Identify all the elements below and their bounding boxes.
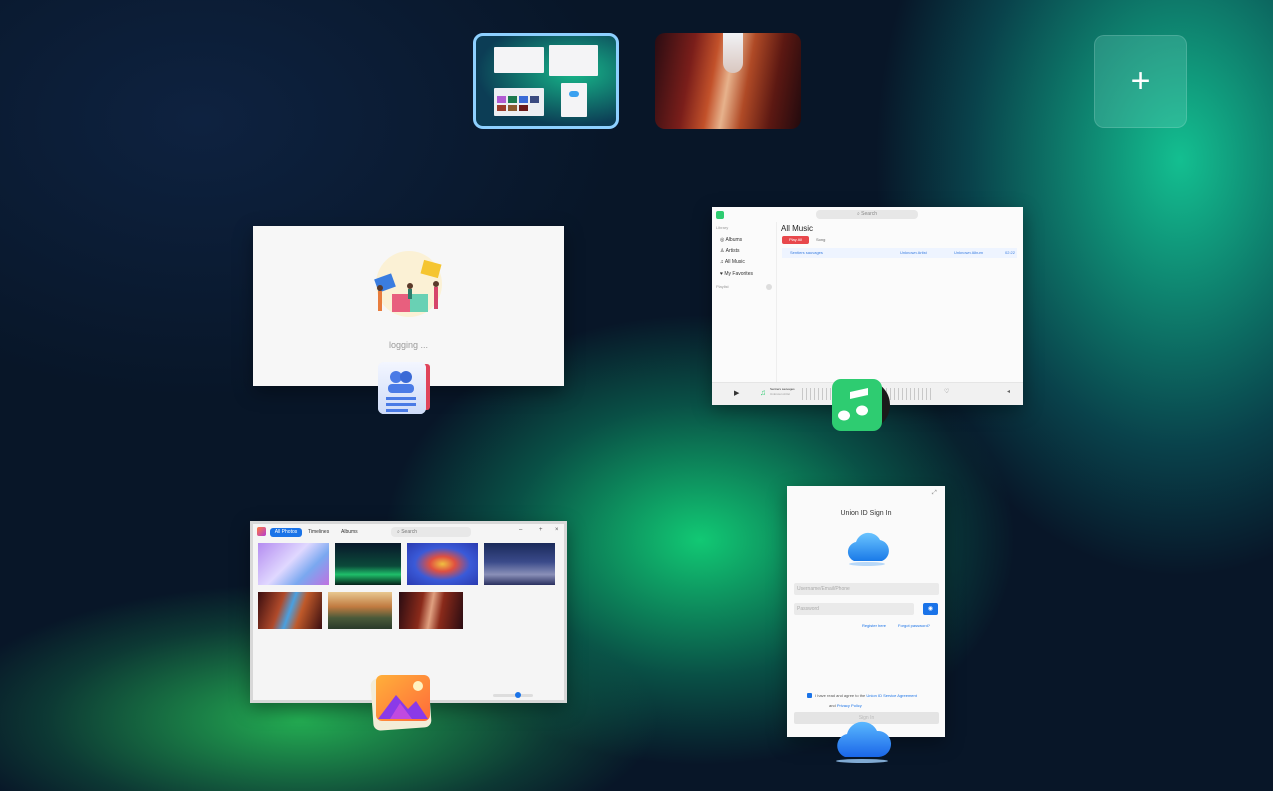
now-playing-title: Sentiers sauvages [770,387,795,391]
sidebar-item-artists[interactable]: ♙ Artists [720,248,740,254]
now-playing-note-icon: ♫ [760,388,766,397]
username-field[interactable]: Username/Email/Phone [794,583,939,595]
agree-text-2: and Privacy Policy [829,703,862,708]
tab-all-photos[interactable]: All Photos [270,528,302,537]
sidebar-item-all-music[interactable]: ♫ All Music [720,259,745,265]
plus-icon: + [1130,62,1151,100]
show-password-icon[interactable]: ◉ [923,603,938,615]
track-artist: Unknown Artist [900,250,927,255]
track-album: Unknown Album [954,250,983,255]
workspace-1-mini-window [549,45,598,76]
track-title: Sentiers sauvages [790,250,823,255]
contacts-app-icon [374,360,430,416]
photos-small-logo-icon [257,527,266,536]
sidebar-item-favorites[interactable]: ♥ My Favorites [720,271,753,277]
photo-thumbnail[interactable] [335,543,401,585]
workspace-1-thumbnail[interactable] [473,33,619,129]
now-playing-artist: Unknown Artist [770,392,791,396]
music-app-icon [831,378,891,434]
forgot-password-link[interactable]: Forgot password? [898,623,930,628]
table-row[interactable]: Sentiers sauvages Unknown Artist Unknown… [782,248,1017,258]
photo-thumbnail[interactable] [484,543,555,585]
track-duration: 02:22 [1005,250,1016,255]
workspace-1-mini-window [561,83,587,117]
workspace-1-mini-window [494,47,544,73]
workspace-2-thumbnail[interactable] [655,33,801,129]
sort-label[interactable]: Song [816,237,825,242]
sidebar-divider [776,222,777,382]
play-icon[interactable]: ▶ [734,389,739,397]
close-icon[interactable]: × [555,527,559,533]
add-playlist-icon[interactable] [766,284,772,290]
music-search-input[interactable]: ⌕ Search [816,210,918,219]
add-workspace-button[interactable]: + [1094,35,1187,128]
play-all-button[interactable]: Play All [782,236,809,244]
photos-app-icon [370,673,432,731]
puzzle-illustration [374,251,442,317]
minimize-icon[interactable]: – [519,527,522,533]
photo-thumbnail[interactable] [328,592,392,629]
photo-thumbnail[interactable] [258,592,322,629]
signin-title: Union ID Sign In [840,510,892,517]
photo-thumbnail[interactable] [399,592,463,629]
music-title: All Music [781,224,814,233]
music-window[interactable]: ⌕ Search Library ◎ Albums ♙ Artists ♫ Al… [712,207,1023,405]
agree-checkbox[interactable] [807,693,812,698]
register-link[interactable]: Register here [862,623,886,628]
cloud-icon [847,532,889,566]
photos-search-input[interactable]: ⌕ Search [391,527,471,537]
signin-window[interactable]: ⤢ Union ID Sign In Username/Email/Phone … [787,486,945,737]
workspace-1-mini-window [494,88,544,116]
music-sidebar-header: Library [716,225,729,230]
cloud-app-icon [831,713,893,765]
playlist-label: Playlist [716,284,729,289]
volume-icon[interactable]: ◂ [1007,388,1010,395]
agree-text: I have read and agree to the Union ID Se… [815,693,917,698]
tab-albums[interactable]: Albums [341,529,358,535]
sidebar-item-albums[interactable]: ◎ Albums [720,237,742,243]
heart-icon[interactable]: ♡ [944,388,949,395]
music-small-logo-icon [716,211,724,219]
photo-thumbnail[interactable] [407,543,478,585]
password-field[interactable]: Password [794,603,914,615]
logging-status-text: logging ... [388,340,429,350]
tab-timelines[interactable]: Timelines [308,529,329,535]
zoom-slider[interactable] [493,692,533,698]
close-icon[interactable]: ⤢ [932,490,937,497]
photo-thumbnail[interactable] [258,543,329,585]
maximize-icon[interactable]: + [539,527,543,533]
